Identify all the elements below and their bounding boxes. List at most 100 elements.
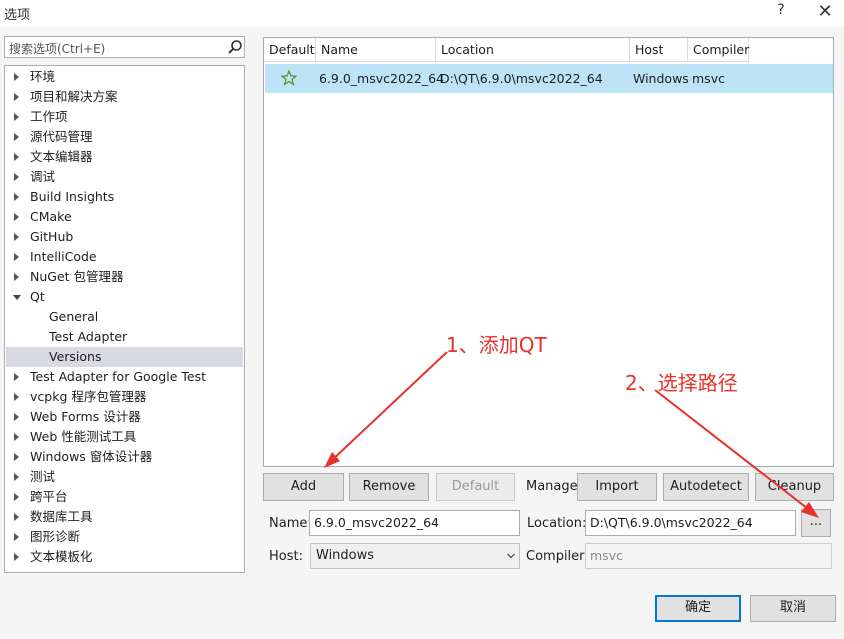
host-select[interactable]: Windows [310,543,520,569]
tree-item[interactable]: 项目和解决方案 [6,87,243,107]
ok-button[interactable]: 确定 [655,595,741,622]
tree-item[interactable]: 调试 [6,167,243,187]
close-button[interactable]: ✕ [814,1,836,23]
options-search-input[interactable]: 搜索选项(Ctrl+E) [4,36,245,58]
collapsed-arrow-icon[interactable] [14,173,19,181]
options-tree[interactable]: 环境项目和解决方案工作项源代码管理文本编辑器 调试 Build Insights CM… [4,65,245,573]
collapsed-arrow-icon[interactable] [14,393,19,401]
cell-name: 6.9.0_msvc2022_64 [319,71,444,86]
import-button[interactable]: Import [577,473,657,501]
column-header-location[interactable]: Location [436,38,630,62]
column-header-name[interactable]: Name [316,38,436,62]
tree-item[interactable]: General [6,307,243,327]
tree-item-label: General [49,309,99,324]
collapsed-arrow-icon[interactable] [14,273,19,281]
collapsed-arrow-icon[interactable] [14,193,19,201]
annotation-step1: 1、添加QT [446,333,547,357]
tree-item[interactable]: Versions [6,347,243,367]
tree-item-label: Qt [30,289,45,304]
cleanup-button[interactable]: Cleanup [755,473,834,501]
table-row[interactable]: 6.9.0_msvc2022_64 D:\QT\6.9.0\msvc2022_6… [265,64,833,93]
collapsed-arrow-icon[interactable] [14,73,19,81]
expanded-arrow-icon[interactable] [13,295,21,300]
autodetect-button[interactable]: Autodetect [663,473,749,501]
title-bar: 选项 ? ✕ [0,0,844,26]
browse-button[interactable]: ... [801,509,831,537]
tree-item[interactable]: NuGet 包管理器 [6,267,243,287]
star-icon[interactable] [281,70,297,86]
tree-item-label: GitHub [30,229,74,244]
collapsed-arrow-icon[interactable] [14,433,19,441]
tree-item-label: 图形诊断 [30,529,81,544]
name-label: Name: [269,516,312,531]
tree-item-label: 源代码管理 [30,129,93,144]
column-header-compiler[interactable]: Compiler [688,38,749,62]
collapsed-arrow-icon[interactable] [14,133,19,141]
tree-item[interactable]: IntelliCode [6,247,243,267]
tree-item[interactable]: 环境 [6,67,243,87]
tree-item-label: IntelliCode [30,249,97,264]
column-header-host[interactable]: Host [630,38,688,62]
tree-item-label: Versions [49,349,102,364]
tree-item[interactable]: 源代码管理 [6,127,243,147]
tree-item-label: NuGet 包管理器 [30,269,124,284]
chevron-down-icon [507,553,515,559]
tree-item[interactable]: 跨平台 [6,487,243,507]
collapsed-arrow-icon[interactable] [14,553,19,561]
tree-item[interactable]: vcpkg 程序包管理器 [6,387,243,407]
collapsed-arrow-icon[interactable] [14,253,19,261]
name-field[interactable]: 6.9.0_msvc2022_64 [309,510,520,536]
host-label: Host: [269,549,303,564]
tree-item-label: 数据库工具 [30,509,93,524]
column-header-default[interactable]: Default [264,38,316,62]
location-field[interactable]: D:\QT\6.9.0\msvc2022_64 [585,510,796,536]
tree-item[interactable]: Web 性能测试工具 [6,427,243,447]
collapsed-arrow-icon[interactable] [14,413,19,421]
tree-item[interactable]: GitHub [6,227,243,247]
qt-versions-table[interactable]: Default Name Location Host Compiler 6.9.… [263,37,834,467]
collapsed-arrow-icon[interactable] [14,233,19,241]
default-button[interactable]: Default [436,473,515,501]
tree-item[interactable]: 文本模板化 [6,547,243,567]
tree-item-label: Test Adapter for Google Test [30,369,206,384]
collapsed-arrow-icon[interactable] [14,213,19,221]
tree-item[interactable]: 测试 [6,467,243,487]
help-button[interactable]: ? [772,2,790,22]
collapsed-arrow-icon[interactable] [14,513,19,521]
tree-item-label: Web Forms 设计器 [30,409,141,424]
collapsed-arrow-icon[interactable] [14,493,19,501]
tree-item[interactable]: CMake [6,207,243,227]
tree-item[interactable]: Build Insights [6,187,243,207]
collapsed-arrow-icon[interactable] [14,373,19,381]
tree-item-label: 测试 [30,469,56,484]
tree-item[interactable]: Windows 窗体设计器 [6,447,243,467]
collapsed-arrow-icon[interactable] [14,93,19,101]
remove-button[interactable]: Remove [349,473,429,501]
manage-label: Manage [526,479,578,494]
collapsed-arrow-icon[interactable] [14,153,19,161]
cell-compiler: msvc [692,71,725,86]
search-icon[interactable] [227,39,243,55]
tree-item[interactable]: Test Adapter [6,327,243,347]
add-button[interactable]: Add [263,473,344,501]
tree-item[interactable]: 工作项 [6,107,243,127]
tree-item-label: Test Adapter [49,329,128,344]
tree-item[interactable]: Qt [6,287,243,307]
tree-item-label: CMake [30,209,72,224]
tree-item[interactable]: Web Forms 设计器 [6,407,243,427]
location-label: Location: [527,516,587,531]
collapsed-arrow-icon[interactable] [14,473,19,481]
cell-host: Windows [633,71,689,86]
tree-item[interactable]: 数据库工具 [6,507,243,527]
cancel-button[interactable]: 取消 [750,595,836,622]
cell-location: D:\QT\6.9.0\msvc2022_64 [440,71,603,86]
tree-item[interactable]: 文本编辑器 [6,147,243,167]
collapsed-arrow-icon[interactable] [14,113,19,121]
tree-item[interactable]: Test Adapter for Google Test [6,367,243,387]
collapsed-arrow-icon[interactable] [14,453,19,461]
collapsed-arrow-icon[interactable] [14,533,19,541]
tree-item[interactable]: 图形诊断 [6,527,243,547]
tree-item-label: Windows 窗体设计器 [30,449,153,464]
tree-item-label: 项目和解决方案 [30,89,118,104]
tree-item-label: 环境 [30,69,56,84]
